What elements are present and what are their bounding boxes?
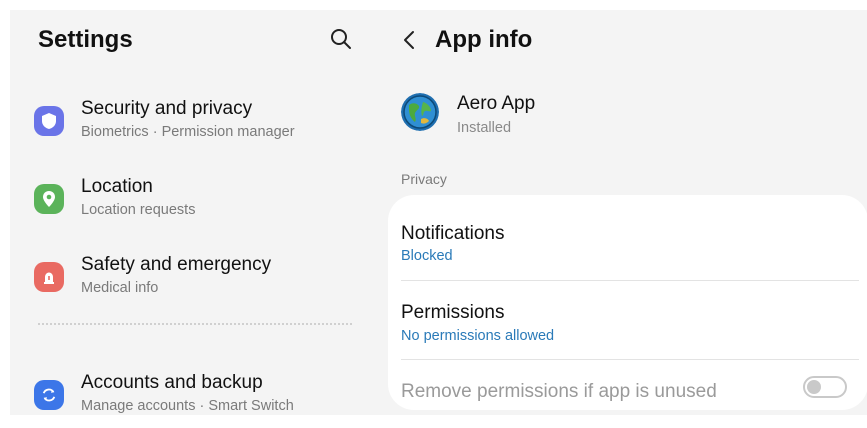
settings-panel: Settings Security and privacy Biometrics…: [10, 10, 372, 415]
toggle-knob: [807, 380, 821, 394]
remove-permissions-row: Remove permissions if app is unused: [388, 360, 867, 408]
remove-permissions-toggle[interactable]: [803, 376, 847, 398]
settings-item-title: Safety and emergency: [81, 254, 272, 275]
settings-item-subtitle: Location requests: [81, 202, 196, 218]
shield-icon: [34, 106, 64, 136]
app-name: Aero App: [457, 93, 536, 114]
row-title: Permissions: [401, 302, 505, 323]
settings-item-subtitle: Manage accounts · Smart Switch: [81, 398, 294, 414]
section-divider: [38, 323, 352, 325]
page-title: App info: [435, 26, 533, 53]
search-button[interactable]: [328, 26, 354, 52]
row-subtitle: No permissions allowed: [401, 328, 555, 344]
chevron-left-icon: [404, 31, 414, 49]
settings-item-location[interactable]: Location Location requests: [10, 164, 372, 234]
section-label-privacy: Privacy: [401, 171, 447, 187]
settings-item-safety-and-emergency[interactable]: Safety and emergency Medical info: [10, 242, 372, 312]
sync-icon: [34, 380, 64, 410]
app-info-panel: App info Aero App Installed Privacy Noti…: [372, 10, 867, 415]
search-icon: [331, 29, 351, 49]
permissions-row[interactable]: Permissions No permissions allowed: [388, 281, 867, 359]
settings-item-accounts-and-backup[interactable]: Accounts and backup Manage accounts · Sm…: [10, 360, 372, 415]
bottom-margin: [0, 415, 867, 428]
privacy-card: Notifications Blocked Permissions No per…: [388, 195, 867, 410]
settings-item-security-and-privacy[interactable]: Security and privacy Biometrics · Permis…: [10, 86, 372, 156]
settings-item-subtitle: Biometrics · Permission manager: [81, 124, 295, 140]
row-subtitle: Blocked: [401, 248, 453, 264]
settings-item-title: Location: [81, 176, 153, 197]
row-title: Remove permissions if app is unused: [401, 381, 717, 402]
app-install-status: Installed: [457, 120, 512, 136]
back-button[interactable]: [398, 26, 422, 54]
alert-icon: [34, 262, 64, 292]
globe-icon: [401, 93, 439, 131]
settings-item-title: Accounts and backup: [81, 372, 263, 393]
settings-title: Settings: [38, 26, 133, 53]
location-pin-icon: [34, 184, 64, 214]
screen: Settings Security and privacy Biometrics…: [10, 10, 867, 415]
settings-item-title: Security and privacy: [81, 98, 253, 119]
settings-item-subtitle: Medical info: [81, 280, 159, 296]
notifications-row[interactable]: Notifications Blocked: [388, 195, 867, 275]
row-title: Notifications: [401, 223, 505, 244]
